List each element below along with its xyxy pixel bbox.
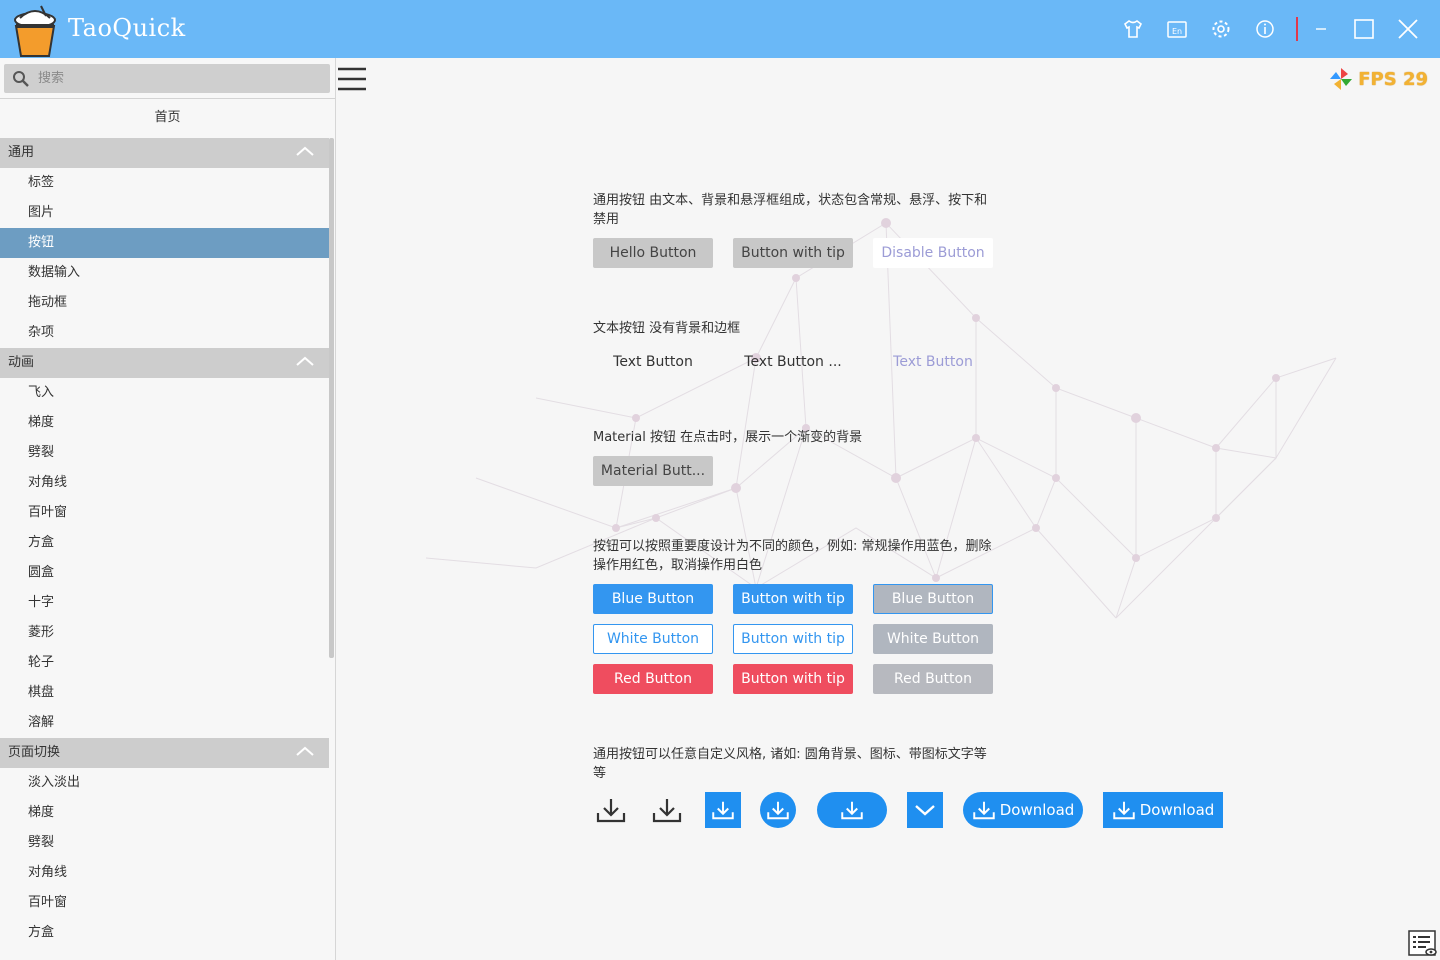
section-description: Material 按钮 在点击时，展示一个渐变的背景 [593,430,863,445]
material-button[interactable]: Material Butt... [593,456,713,486]
hello-button[interactable]: Hello Button [593,238,713,268]
sidebar: 首页 通用 标签 图片 按钮 数据输入 拖动框 杂项 动画 飞入 梯度 劈裂 对… [0,58,336,960]
nav-item[interactable]: 十字 [0,588,329,618]
nav-item[interactable]: 淡入淡出 [0,768,329,798]
download-icon [841,801,863,820]
red-button[interactable]: Red Button [593,664,713,694]
settings-icon[interactable] [1208,16,1234,42]
app-logo-icon [14,5,56,57]
section-description: 按钮可以按照重要度设计为不同的颜色，例如: 常规操作用蓝色，删除操作用红色，取消… [593,539,992,573]
list-view-icon[interactable] [1408,930,1438,958]
text-button-with-tip[interactable]: Text Button ... [733,347,853,377]
button-with-tip[interactable]: Button with tip [733,238,853,268]
nav-item[interactable]: 飞入 [0,378,329,408]
nav-item[interactable]: 百叶窗 [0,888,329,918]
divider [0,98,335,99]
nav-group-label: 页面切换 [8,745,61,760]
minimize-icon[interactable] [1308,16,1334,42]
shirt-icon[interactable] [1120,16,1146,42]
nav-item[interactable]: 百叶窗 [0,498,329,528]
nav-item[interactable]: 轮子 [0,648,329,678]
nav-item[interactable]: 对角线 [0,858,329,888]
search-icon [13,71,29,87]
white-button[interactable]: White Button [593,624,713,654]
title-bar: TaoQuick En [0,0,1440,58]
white-button-disabled[interactable]: White Button [873,624,993,654]
chevron-up-icon [296,746,314,756]
nav-item[interactable]: 图片 [0,198,329,228]
nav-group-label: 通用 [8,145,35,160]
info-icon[interactable] [1252,16,1278,42]
nav-group-page-transition[interactable]: 页面切换 [0,738,329,768]
close-icon[interactable] [1395,16,1421,42]
download-icon-button[interactable] [649,792,685,828]
fps-label: FPS 29 [1358,68,1428,90]
home-link[interactable]: 首页 [0,106,335,130]
maximize-icon[interactable] [1351,16,1377,42]
nav-item[interactable]: 杂项 [0,318,329,348]
language-icon[interactable]: En [1164,16,1190,42]
red-button-with-tip[interactable]: Button with tip [733,664,853,694]
section-description: 文本按钮 没有背景和边框 [593,321,741,336]
nav-item-active[interactable]: 按钮 [0,228,329,258]
nav-group-animation[interactable]: 动画 [0,348,329,378]
download-round-button[interactable] [760,792,796,828]
nav-item[interactable]: 劈裂 [0,438,329,468]
download-icon [1112,801,1135,820]
white-button-with-tip[interactable]: Button with tip [733,624,853,654]
download-icon [652,799,682,823]
nav-item[interactable]: 溶解 [0,708,329,738]
blue-button[interactable]: Blue Button [593,584,713,614]
search-input[interactable] [38,64,318,93]
titlebar-separator [1296,17,1298,41]
nav-item[interactable]: 标签 [0,168,329,198]
red-button-disabled[interactable]: Red Button [873,664,993,694]
download-icon-button[interactable] [593,792,629,828]
text-button-disabled[interactable]: Text Button [873,347,993,377]
section-description: 通用按钮可以任意自定义风格, 诸如: 圆角背景、图标、带图标文字等等 [593,747,987,781]
nav-item[interactable]: 对角线 [0,468,329,498]
nav-item[interactable]: 方盒 [0,918,329,948]
pinwheel-icon [1330,68,1353,90]
download-text-pill-button[interactable]: Download [963,792,1083,828]
nav-group-label: 动画 [8,355,35,370]
nav-item[interactable]: 棋盘 [0,678,329,708]
text-button[interactable]: Text Button [593,347,713,377]
download-label: Download [999,801,1075,819]
nav-item[interactable]: 拖动框 [0,288,329,318]
disable-button[interactable]: Disable Button [873,238,993,268]
hamburger-menu-icon[interactable] [338,66,366,92]
download-square-button[interactable] [705,792,741,828]
chevron-down-button[interactable] [907,792,943,828]
section-description: 通用按钮 由文本、背景和悬浮框组成，状态包含常规、悬浮、按下和禁用 [593,193,988,227]
nav-item[interactable]: 劈裂 [0,828,329,858]
download-text-button[interactable]: Download [1103,792,1223,828]
nav-item[interactable]: 梯度 [0,408,329,438]
download-pill-button[interactable] [817,792,887,828]
blue-button-disabled[interactable]: Blue Button [873,584,993,614]
download-label: Download [1139,801,1215,819]
nav-item[interactable]: 菱形 [0,618,329,648]
chevron-up-icon [296,356,314,366]
download-icon [767,801,789,820]
nav-item[interactable]: 梯度 [0,798,329,828]
svg-text:En: En [1172,27,1182,36]
download-icon [596,799,626,823]
nav-group-general[interactable]: 通用 [0,138,329,168]
nav-item[interactable]: 数据输入 [0,258,329,288]
chevron-down-icon [915,805,935,816]
nav-item[interactable]: 圆盒 [0,558,329,588]
blue-button-with-tip[interactable]: Button with tip [733,584,853,614]
sidebar-scrollbar[interactable] [329,138,334,658]
app-title: TaoQuick [68,14,186,42]
chevron-up-icon [296,146,314,156]
main-content: FPS 29 通用按钮 由文本、背景和悬浮框组成，状态包含常规、悬浮、按下和禁用… [336,58,1440,960]
download-icon [972,801,995,820]
download-icon [712,801,734,820]
fps-indicator: FPS 29 [1328,66,1428,92]
nav-menu: 通用 标签 图片 按钮 数据输入 拖动框 杂项 动画 飞入 梯度 劈裂 对角线 … [0,138,329,948]
nav-item[interactable]: 方盒 [0,528,329,558]
search-box [4,64,330,93]
